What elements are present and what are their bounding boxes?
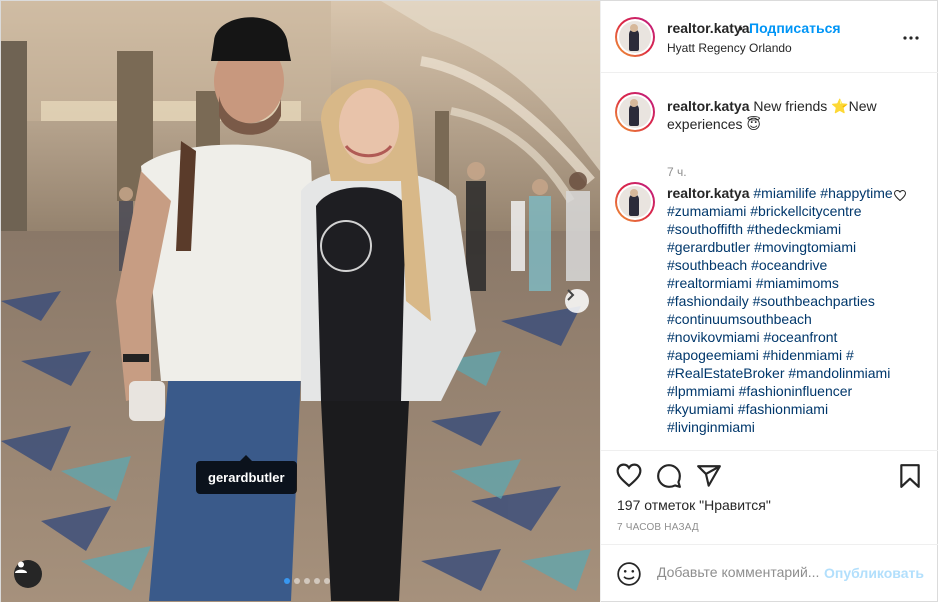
carousel-dot <box>284 578 290 584</box>
like-button[interactable] <box>616 463 642 489</box>
add-comment-bar: Опубликовать <box>601 544 938 602</box>
smiley-icon <box>617 562 641 586</box>
comment-input[interactable] <box>657 564 822 580</box>
photo-illustration <box>1 1 600 602</box>
hashtag-list[interactable]: #miamilife #happytime #zumamiami #bricke… <box>667 185 893 435</box>
caption-username-link[interactable]: realtor.katya <box>667 98 750 114</box>
separator-bullet: • <box>738 20 743 36</box>
comment-text: realtor.katya #miamilife #happytime #zum… <box>667 184 897 436</box>
user-tag-label[interactable]: gerardbutler <box>196 455 297 494</box>
carousel-dot <box>304 578 310 584</box>
carousel-indicator <box>284 578 330 584</box>
caption-time: 7 ч. <box>667 165 687 179</box>
heart-icon <box>616 463 642 488</box>
avatar[interactable] <box>615 92 655 132</box>
post-header: realtor.katya • Подписаться Hyatt Regenc… <box>601 1 938 73</box>
carousel-next-button[interactable] <box>565 289 589 313</box>
comment-bubble-icon <box>657 464 681 488</box>
comment-username-link[interactable]: realtor.katya <box>667 185 750 201</box>
avatar[interactable] <box>615 182 655 222</box>
carousel-dot <box>324 578 330 584</box>
comment-like-button[interactable] <box>893 189 907 204</box>
paper-plane-icon <box>697 465 721 487</box>
emoji-button[interactable] <box>616 561 642 587</box>
post-photo[interactable]: gerardbutler <box>1 1 600 602</box>
location-link[interactable]: Hyatt Regency Orlando <box>667 41 792 55</box>
comments-list[interactable]: realtor.katya New friends ⭐New experienc… <box>601 74 938 450</box>
carousel-dot <box>314 578 320 584</box>
heart-icon <box>893 189 907 202</box>
follow-button[interactable]: Подписаться <box>749 20 841 36</box>
avatar[interactable] <box>615 17 655 57</box>
post-actions: 197 отметок "Нравится" 7 ЧАСОВ НАЗАД <box>601 450 938 554</box>
tagged-users-button[interactable] <box>14 560 42 588</box>
chevron-right-icon <box>567 289 575 301</box>
user-icon <box>15 561 27 573</box>
caption-text: realtor.katya New friends ⭐New experienc… <box>667 97 897 133</box>
more-options-button[interactable] <box>903 27 919 41</box>
likes-count[interactable]: 197 отметок "Нравится" <box>617 497 771 513</box>
ellipsis-icon <box>903 36 919 40</box>
save-button[interactable] <box>897 463 923 489</box>
carousel-dot <box>294 578 300 584</box>
post-timestamp: 7 ЧАСОВ НАЗАД <box>617 522 699 533</box>
comment-button[interactable] <box>656 463 682 489</box>
share-button[interactable] <box>696 463 722 489</box>
bookmark-icon <box>900 464 920 488</box>
post-sidebar: realtor.katya • Подписаться Hyatt Regenc… <box>600 1 938 602</box>
publish-comment-button[interactable]: Опубликовать <box>824 565 924 581</box>
post-container: gerardbutler realtor.katya • Подписаться… <box>0 0 938 602</box>
